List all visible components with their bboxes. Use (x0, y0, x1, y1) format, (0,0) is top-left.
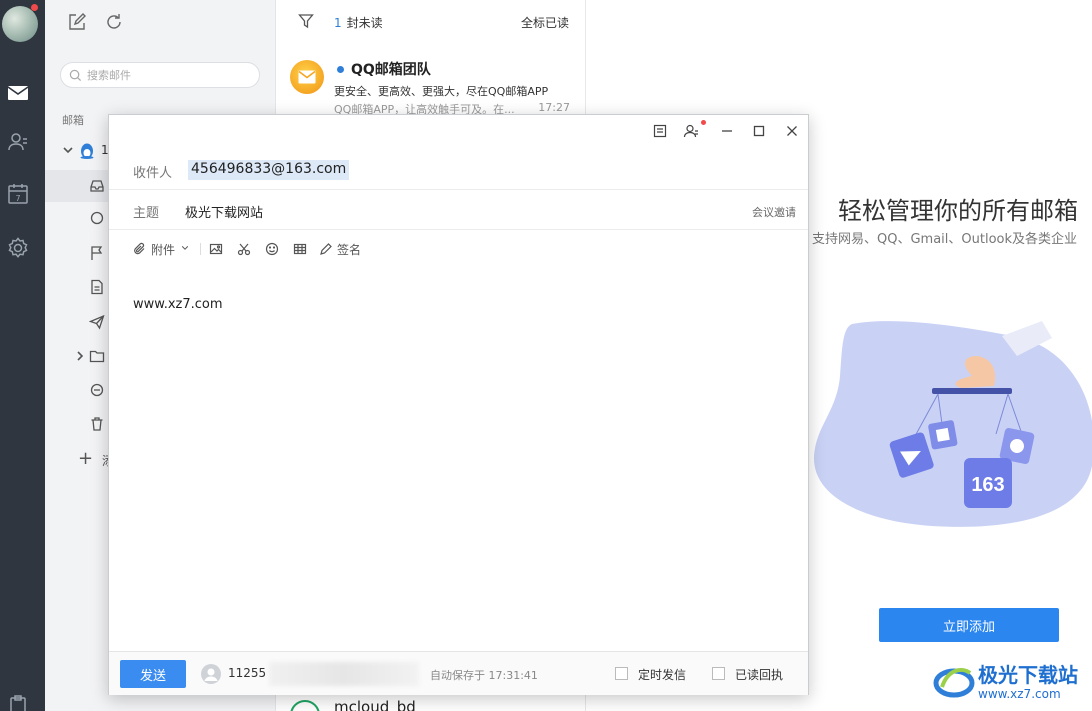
toolbar-divider (200, 243, 201, 255)
svg-text:7: 7 (15, 194, 20, 203)
attachment-label: 附件 (151, 243, 176, 257)
compose-toolbar: 附件 签名 (133, 240, 433, 260)
smiley-icon (265, 242, 279, 256)
notification-dot (701, 120, 706, 125)
pen-icon (320, 243, 332, 255)
scheduled-send-checkbox[interactable]: 定时发信 (615, 665, 695, 683)
clipboard-icon[interactable] (6, 694, 30, 711)
subject-label: 主题 (133, 206, 160, 221)
table-icon (293, 243, 307, 255)
contacts-picker-icon[interactable] (683, 123, 699, 139)
maximize-icon[interactable] (751, 123, 767, 139)
mailbox-illustration: 163 (813, 321, 1092, 527)
unread-number: 1 (334, 16, 342, 30)
subject-field[interactable]: 极光下载网站 (185, 202, 263, 221)
welcome-title: 轻松管理你的所有邮箱 (838, 197, 1078, 225)
plus-icon: + (78, 448, 94, 469)
block-icon (89, 382, 105, 398)
chevron-down-icon[interactable] (62, 144, 74, 156)
mail-subject: 更安全、更高效、更强大，尽在QQ邮箱APP (334, 85, 549, 98)
filter-icon[interactable] (298, 13, 314, 29)
paper-plane-icon (88, 314, 105, 330)
screenshot-button[interactable] (237, 240, 253, 258)
autosave-status: 自动保存于 17:31:41 (430, 669, 538, 682)
send-button[interactable]: 发送 (120, 660, 186, 688)
notification-dot (31, 4, 38, 11)
calendar-icon[interactable]: 7 (6, 182, 30, 206)
add-now-button[interactable]: 立即添加 (879, 608, 1059, 642)
attachment-button[interactable]: 附件 (133, 240, 193, 258)
search-field[interactable] (60, 62, 260, 88)
mail-time: 17:27 (538, 101, 570, 114)
minimize-icon[interactable] (719, 123, 735, 139)
paperclip-icon (134, 242, 145, 255)
recipient-row: 收件人 456496833@163.com (109, 150, 808, 190)
qq-mail-envelope-icon (290, 60, 324, 94)
insert-image-button[interactable] (209, 240, 225, 258)
watermark-url: www.xz7.com (978, 687, 1061, 701)
scissors-icon (237, 243, 251, 256)
read-receipt-checkbox[interactable]: 已读回执 (712, 665, 792, 683)
signature-button[interactable]: 签名 (319, 240, 369, 258)
scheduled-send-label: 定时发信 (638, 668, 687, 682)
mail-sender: mcloud_bd (334, 698, 416, 711)
watermark-name: 极光下载站 (978, 663, 1078, 687)
chevron-right-icon[interactable] (75, 350, 85, 362)
search-icon (69, 69, 82, 82)
recipient-label: 收件人 (133, 166, 173, 181)
insert-table-button[interactable] (293, 240, 309, 258)
trash-icon (89, 416, 105, 432)
checkbox-box[interactable] (615, 667, 628, 680)
watermark: 极光下载站 www.xz7.com (932, 657, 1082, 707)
signature-label: 签名 (337, 243, 362, 257)
unread-dot (337, 66, 344, 73)
app-rail: 7 (0, 0, 45, 711)
close-icon[interactable] (784, 123, 800, 139)
compose-window: 收件人 456496833@163.com 主题 极光下载网站 会议邀请 附件 … (108, 114, 809, 695)
message-body[interactable]: www.xz7.com (133, 297, 223, 312)
redacted-sender-address (269, 662, 419, 686)
mark-all-read-button[interactable]: 全标已读 (521, 14, 569, 31)
subject-row: 主题 极光下载网站 会议邀请 (109, 190, 808, 230)
illustration-badge-text: 163 (971, 474, 1004, 496)
folder-icon (89, 348, 105, 364)
mcloud-avatar (290, 700, 320, 711)
refresh-icon[interactable] (104, 12, 124, 32)
user-avatar[interactable] (2, 6, 38, 42)
emoji-button[interactable] (265, 240, 281, 258)
watermark-logo-icon (933, 668, 975, 698)
unread-suffix: 封未读 (346, 16, 383, 30)
search-input[interactable] (87, 67, 247, 83)
template-icon[interactable] (652, 123, 668, 139)
image-icon (209, 243, 223, 255)
list-item[interactable]: mcloud_bd (276, 694, 586, 711)
mailbox-section-label: 邮箱 (62, 114, 84, 127)
sender-account[interactable]: 11255 (228, 666, 266, 680)
unread-count: 1 封未读 (334, 14, 383, 31)
flag-icon (89, 245, 105, 261)
mail-icon[interactable] (6, 81, 30, 105)
meeting-invite-button[interactable]: 会议邀请 (752, 204, 796, 220)
qq-penguin-icon (80, 143, 94, 159)
circle-icon (89, 210, 105, 226)
settings-gear-icon[interactable] (6, 236, 30, 260)
compose-footer: 发送 11255 自动保存于 17:31:41 定时发信 已读回执 (109, 651, 808, 695)
recipient-chip[interactable]: 456496833@163.com (188, 160, 350, 180)
document-icon (89, 279, 105, 295)
chevron-down-icon (181, 246, 189, 250)
inbox-tray-icon (89, 178, 105, 194)
read-receipt-label: 已读回执 (735, 668, 784, 682)
list-item[interactable]: QQ邮箱团队 更安全、更高效、更强大，尽在QQ邮箱APP QQ邮箱APP，让高效… (276, 52, 586, 118)
sender-avatar[interactable] (201, 664, 221, 684)
compose-icon[interactable] (67, 12, 87, 32)
welcome-subtitle: 支持网易、QQ、Gmail、Outlook及各类企业 (812, 232, 1078, 247)
mail-sender: QQ邮箱团队 (351, 62, 431, 78)
checkbox-box[interactable] (712, 667, 725, 680)
contacts-icon[interactable] (6, 130, 30, 154)
